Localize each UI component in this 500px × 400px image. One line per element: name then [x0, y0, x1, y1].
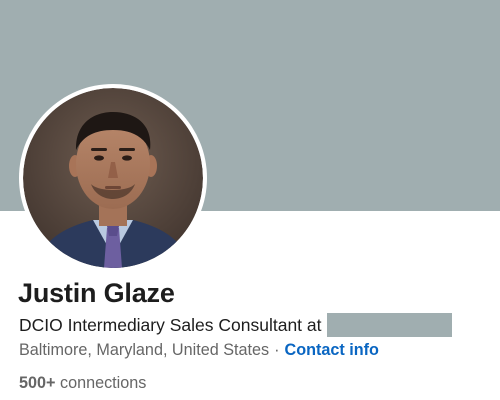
contact-info-link[interactable]: Contact info [285, 341, 379, 359]
connections-link[interactable]: 500+ connections [19, 374, 146, 393]
profile-headline: DCIO Intermediary Sales Consultant at [19, 313, 452, 337]
avatar-frame[interactable] [19, 84, 207, 272]
headline-text: DCIO Intermediary Sales Consultant at [19, 314, 322, 335]
location-text: Baltimore, Maryland, United States [19, 341, 270, 359]
connections-label: connections [59, 374, 147, 392]
separator-dot: · [274, 341, 280, 359]
location-row: Baltimore, Maryland, United States · Conta… [19, 341, 379, 360]
avatar[interactable] [23, 88, 203, 268]
profile-card: Justin Glaze DCIO Intermediary Sales Con… [0, 0, 500, 400]
connections-count: 500+ [19, 374, 56, 392]
redacted-company [326, 313, 452, 337]
profile-name: Justin Glaze [18, 278, 175, 308]
